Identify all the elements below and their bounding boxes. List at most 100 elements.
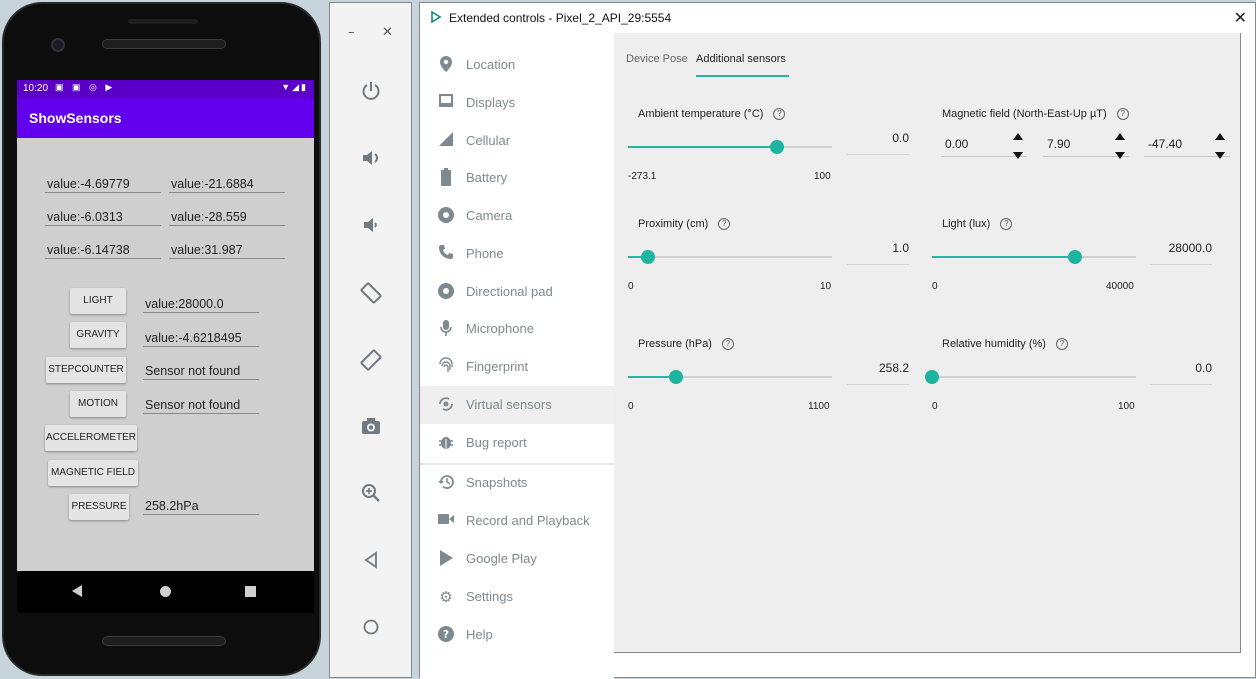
sidebar-item-camera[interactable]: Camera — [420, 197, 614, 235]
sidebar-item-location[interactable]: Location — [420, 46, 614, 84]
status-time: 10:20 — [23, 83, 49, 94]
sidebar-item-battery[interactable]: Battery — [420, 159, 614, 197]
power-icon[interactable] — [356, 80, 386, 110]
volume-down-icon[interactable] — [356, 214, 386, 244]
ambient-temperature-thumb[interactable] — [770, 140, 785, 154]
help-icon[interactable]: ? — [773, 108, 786, 121]
help-icon[interactable]: ? — [1055, 338, 1068, 351]
minimize-button[interactable]: – — [348, 25, 355, 40]
spin-down-icon[interactable] — [1013, 152, 1023, 159]
pressure-button[interactable]: PRESSURE — [69, 494, 129, 520]
sidebar-item-label: Camera — [466, 208, 513, 223]
sidebar-item-fingerprint[interactable]: Fingerprint — [420, 348, 614, 386]
light-value[interactable]: 28000.0 — [1150, 239, 1212, 265]
humidity-min-label: 0 — [932, 401, 938, 412]
tab-additional-sensors[interactable]: Additional sensors — [696, 53, 786, 65]
app-title: ShowSensors — [17, 98, 314, 138]
pressure-slider[interactable] — [628, 376, 832, 378]
magnetic-field-label: Magnetic field (North-East-Up µT)? — [942, 108, 1129, 121]
sidebar-item-record-playback[interactable]: Record and Playback — [420, 502, 614, 540]
sidebar-item-settings[interactable]: ⚙ Settings — [420, 578, 614, 616]
pressure-value[interactable]: 258.2 — [847, 359, 909, 385]
emulator-toolbar: – ✕ — [329, 2, 412, 678]
close-window-button[interactable]: ✕ — [1234, 8, 1247, 27]
sidebar-item-label: Settings — [466, 589, 513, 604]
play-store-icon — [436, 549, 456, 569]
light-max-label: 40000 — [1106, 281, 1134, 292]
spin-up-icon[interactable] — [1115, 133, 1125, 140]
phone-earpiece — [102, 39, 226, 49]
ambient-temperature-slider[interactable] — [628, 146, 832, 148]
sidebar-item-phone[interactable]: Phone — [420, 235, 614, 273]
sidebar-item-label: Displays — [466, 95, 516, 110]
spin-up-icon[interactable] — [1013, 133, 1023, 140]
volume-up-icon[interactable] — [356, 147, 386, 177]
camera-icon[interactable] — [356, 415, 386, 445]
sidebar-item-label: Location — [466, 57, 516, 72]
virtual-sensors-icon — [436, 395, 456, 415]
relative-humidity-slider[interactable] — [932, 376, 1136, 378]
relative-humidity-thumb[interactable] — [925, 370, 939, 384]
sidebar-item-label: Bug report — [466, 435, 527, 450]
sidebar-item-displays[interactable]: Displays — [420, 84, 614, 122]
proximity-value[interactable]: 1.0 — [847, 239, 909, 265]
tab-device-pose[interactable]: Device Pose — [626, 53, 688, 65]
proximity-slider[interactable] — [628, 256, 832, 258]
phone-icon — [436, 244, 456, 264]
light-thumb[interactable] — [1067, 250, 1082, 264]
back-icon[interactable] — [356, 549, 386, 579]
sidebar-item-directional-pad[interactable]: Directional pad — [420, 273, 614, 311]
active-tab-indicator — [696, 75, 789, 77]
spin-up-icon[interactable] — [1215, 133, 1225, 140]
stepcounter-button[interactable]: STEPCOUNTER — [46, 357, 126, 383]
front-camera — [51, 38, 65, 52]
slider-fill — [628, 146, 778, 148]
phone-bottom-speaker — [102, 636, 226, 646]
value-field: value:-21.6884 — [169, 177, 285, 193]
sidebar-item-label: Directional pad — [466, 284, 553, 299]
stepcounter-value: Sensor not found — [143, 364, 259, 380]
pressure-label: Pressure (hPa)? — [638, 338, 734, 351]
ambient-temperature-value[interactable]: 0.0 — [847, 129, 909, 155]
spin-down-icon[interactable] — [1115, 152, 1125, 159]
phone-screen[interactable]: 10:20 ▣ ▣ ◎ ▶ ▼◢▮ ShowSensors value:-4.6… — [17, 80, 314, 613]
gravity-value: value:-4.6218495 — [143, 331, 259, 347]
help-icon[interactable]: ? — [1116, 108, 1129, 121]
spin-down-icon[interactable] — [1215, 152, 1225, 159]
sidebar-item-cellular[interactable]: Cellular — [420, 122, 614, 160]
slider-fill — [932, 256, 1075, 258]
nav-back-icon[interactable] — [72, 585, 82, 597]
help-icon[interactable]: ? — [721, 338, 734, 351]
sidebar-item-label: Cellular — [466, 133, 511, 148]
nav-recents-icon[interactable] — [245, 586, 256, 597]
relative-humidity-value[interactable]: 0.0 — [1150, 359, 1212, 385]
accelerometer-button[interactable]: ACCELEROMETER — [45, 425, 137, 451]
proximity-thumb[interactable] — [641, 250, 656, 264]
rotate-right-icon[interactable] — [356, 348, 386, 378]
light-slider[interactable] — [932, 256, 1136, 258]
motion-button[interactable]: MOTION — [70, 391, 126, 417]
display-icon — [436, 93, 456, 113]
sidebar-item-snapshots[interactable]: Snapshots — [420, 464, 614, 502]
rotate-left-icon[interactable] — [356, 281, 386, 311]
sidebar-item-help[interactable]: ? Help — [420, 616, 614, 654]
home-icon[interactable] — [356, 616, 386, 646]
sidebar-item-virtual-sensors[interactable]: Virtual sensors — [420, 386, 614, 424]
nav-home-icon[interactable] — [160, 586, 171, 597]
sensors-panel: Device Pose Additional sensors Ambient t… — [614, 33, 1241, 653]
gravity-button[interactable]: GRAVITY — [70, 322, 126, 348]
help-icon[interactable]: ? — [1000, 218, 1013, 231]
light-button[interactable]: LIGHT — [70, 288, 126, 314]
sidebar-item-google-play[interactable]: Google Play — [420, 540, 614, 578]
sidebar-item-label: Battery — [466, 170, 508, 185]
sidebar-item-bug-report[interactable]: Bug report — [420, 424, 614, 462]
zoom-icon[interactable] — [356, 482, 386, 512]
light-min-label: 0 — [932, 281, 938, 292]
sidebar-item-microphone[interactable]: Microphone — [420, 310, 614, 348]
magnetic-field-button[interactable]: MAGNETIC FIELD — [48, 460, 138, 486]
close-emulator-button[interactable]: ✕ — [382, 25, 393, 40]
help-icon[interactable]: ? — [718, 218, 731, 231]
cellular-icon — [436, 131, 456, 151]
dpad-icon — [436, 282, 456, 302]
pressure-thumb[interactable] — [668, 370, 683, 384]
